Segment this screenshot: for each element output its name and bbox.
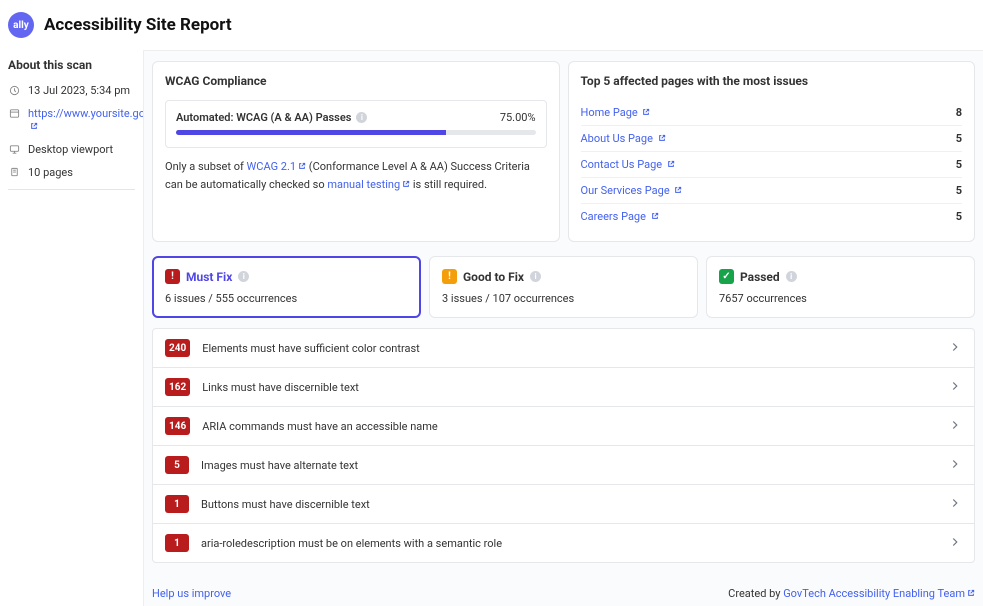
tab-mustfix[interactable]: ! Must Fix i 6 issues / 555 occurrences xyxy=(152,256,421,318)
external-icon xyxy=(967,587,975,600)
created-by-link[interactable]: GovTech Accessibility Enabling Team xyxy=(783,587,975,600)
progress-bar xyxy=(176,130,536,135)
affected-count: 5 xyxy=(956,210,962,223)
issue-text: ARIA commands must have an accessible na… xyxy=(202,420,948,433)
header: ally Accessibility Site Report xyxy=(0,0,983,50)
sidebar-divider xyxy=(8,189,135,190)
chevron-right-icon xyxy=(948,379,962,396)
affected-item: About Us Page 5 xyxy=(581,126,963,152)
warning-icon: ! xyxy=(442,269,457,284)
issue-row[interactable]: 162 Links must have discernible text xyxy=(152,368,975,407)
external-icon xyxy=(674,184,682,197)
chevron-right-icon xyxy=(948,496,962,513)
tab-passed[interactable]: ✓ Passed i 7657 occurrences xyxy=(706,256,975,318)
issue-text: Elements must have sufficient color cont… xyxy=(202,342,948,355)
chevron-right-icon xyxy=(948,457,962,474)
wcag-title: WCAG Compliance xyxy=(165,74,547,88)
affected-item: Our Services Page 5 xyxy=(581,178,963,204)
external-icon xyxy=(298,158,306,176)
sidebar: About this scan 13 Jul 2023, 5:34 pm htt… xyxy=(0,50,143,606)
issue-count-badge: 146 xyxy=(165,417,190,435)
issue-count-badge: 5 xyxy=(165,456,189,474)
info-icon[interactable]: i xyxy=(786,271,797,282)
logo: ally xyxy=(8,12,34,38)
issue-count-badge: 1 xyxy=(165,495,189,513)
footer: Help us improve Created by GovTech Acces… xyxy=(152,587,975,600)
wcag-note: Only a subset of WCAG 2.1 (Conformance L… xyxy=(165,158,547,193)
scan-pages: 10 pages xyxy=(8,166,135,179)
affected-item: Careers Page 5 xyxy=(581,204,963,229)
tabs: ! Must Fix i 6 issues / 555 occurrences … xyxy=(152,256,975,318)
issue-row[interactable]: 5 Images must have alternate text xyxy=(152,446,975,485)
scan-date: 13 Jul 2023, 5:34 pm xyxy=(8,84,135,97)
external-icon xyxy=(642,106,650,119)
affected-page-link[interactable]: Careers Page xyxy=(581,210,659,223)
external-icon xyxy=(651,210,659,223)
affected-page-link[interactable]: Home Page xyxy=(581,106,651,119)
external-icon xyxy=(667,158,675,171)
sidebar-heading: About this scan xyxy=(8,58,135,72)
tab-goodtofix[interactable]: ! Good to Fix i 3 issues / 107 occurrenc… xyxy=(429,256,698,318)
issue-row[interactable]: 240 Elements must have sufficient color c… xyxy=(152,328,975,368)
external-icon xyxy=(402,176,410,194)
wcag-card: WCAG Compliance Automated: WCAG (A & AA)… xyxy=(152,61,560,242)
clock-icon xyxy=(8,84,20,96)
external-icon xyxy=(30,120,38,133)
chevron-right-icon xyxy=(948,418,962,435)
external-icon xyxy=(658,132,666,145)
issue-list: 240 Elements must have sufficient color c… xyxy=(152,328,975,563)
pages-icon xyxy=(8,166,20,178)
info-icon[interactable]: i xyxy=(238,271,249,282)
info-icon[interactable]: i xyxy=(530,271,541,282)
affected-count: 5 xyxy=(956,132,962,145)
browser-icon xyxy=(8,107,20,119)
alert-icon: ! xyxy=(165,269,180,284)
affected-item: Home Page 8 xyxy=(581,100,963,126)
issue-text: Links must have discernible text xyxy=(202,381,948,394)
issue-text: aria-roledescription must be on elements… xyxy=(201,537,948,550)
issue-text: Images must have alternate text xyxy=(201,459,948,472)
affected-count: 8 xyxy=(956,106,962,119)
affected-count: 5 xyxy=(956,184,962,197)
affected-count: 5 xyxy=(956,158,962,171)
chevron-right-icon xyxy=(948,535,962,552)
page-title: Accessibility Site Report xyxy=(44,15,232,35)
main: WCAG Compliance Automated: WCAG (A & AA)… xyxy=(143,50,983,606)
wcag-link[interactable]: WCAG 2.1 xyxy=(247,160,307,173)
progress-box: Automated: WCAG (A & AA) Passes i 75.00% xyxy=(165,100,547,148)
issue-text: Buttons must have discernible text xyxy=(201,498,948,511)
affected-page-link[interactable]: About Us Page xyxy=(581,132,666,145)
progress-label: Automated: WCAG (A & AA) Passes i xyxy=(176,111,367,124)
issue-count-badge: 240 xyxy=(165,339,190,357)
issue-row[interactable]: 1 Buttons must have discernible text xyxy=(152,485,975,524)
chevron-right-icon xyxy=(948,340,962,357)
issue-row[interactable]: 146 ARIA commands must have an accessible… xyxy=(152,407,975,446)
issue-count-badge: 1 xyxy=(165,534,189,552)
affected-card: Top 5 affected pages with the most issue… xyxy=(568,61,976,242)
info-icon[interactable]: i xyxy=(356,112,367,123)
affected-item: Contact Us Page 5 xyxy=(581,152,963,178)
manual-testing-link[interactable]: manual testing xyxy=(327,178,410,191)
affected-title: Top 5 affected pages with the most issue… xyxy=(581,74,963,88)
check-icon: ✓ xyxy=(719,269,734,284)
affected-page-link[interactable]: Contact Us Page xyxy=(581,158,675,171)
affected-page-link[interactable]: Our Services Page xyxy=(581,184,683,197)
scan-viewport: Desktop viewport xyxy=(8,143,135,156)
help-link[interactable]: Help us improve xyxy=(152,587,231,600)
issue-count-badge: 162 xyxy=(165,378,190,396)
issue-row[interactable]: 1 aria-roledescription must be on element… xyxy=(152,524,975,563)
monitor-icon xyxy=(8,143,20,155)
scan-url: https://www.yoursite.gov.sg/ xyxy=(8,107,135,133)
progress-value: 75.00% xyxy=(500,111,536,124)
